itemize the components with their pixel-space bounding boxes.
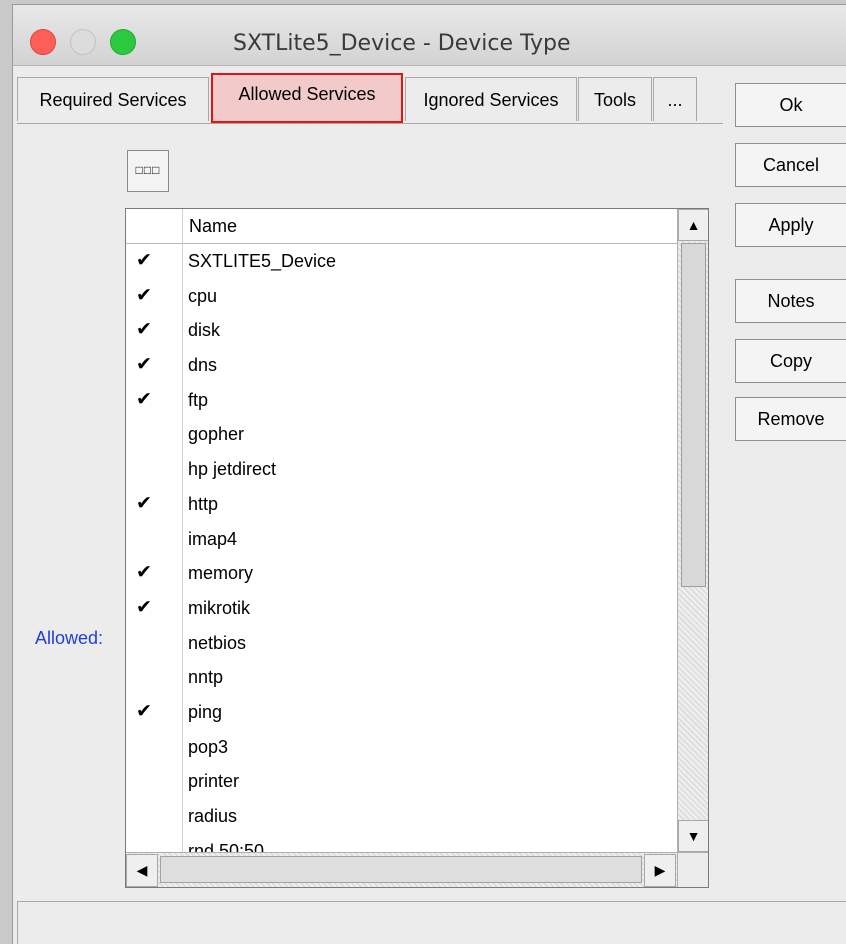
- allowed-label: Allowed:: [35, 628, 104, 648]
- table-row[interactable]: gopher: [126, 417, 677, 452]
- list-menu-button[interactable]: □□□: [127, 150, 169, 192]
- services-list: ✔ SXTLITE5_Device ✔ cpu ✔ disk ✔ dns ✔ ftp go…: [126, 244, 677, 852]
- service-name: disk: [188, 320, 221, 341]
- service-name: memory: [188, 563, 254, 584]
- service-name: dns: [188, 355, 218, 376]
- apply-button[interactable]: Apply: [735, 203, 846, 247]
- close-window-icon[interactable]: [30, 29, 56, 55]
- service-name: imap4: [188, 528, 238, 549]
- service-name: rnd 50:50: [188, 840, 265, 852]
- service-name: ping: [188, 701, 223, 722]
- service-name: mikrotik: [188, 597, 250, 618]
- table-row[interactable]: ✔ cpu: [126, 279, 677, 314]
- check-mark-icon[interactable]: ✔: [136, 487, 166, 521]
- tab-more[interactable]: ...: [653, 77, 697, 121]
- table-row[interactable]: ✔ mikrotik: [126, 591, 677, 626]
- name-column-header[interactable]: Name: [183, 209, 683, 244]
- service-name: radius: [188, 806, 238, 826]
- service-name: nntp: [188, 667, 224, 688]
- copy-button[interactable]: Copy: [735, 339, 846, 383]
- scroll-right-icon[interactable]: ▶: [644, 854, 676, 887]
- scroll-up-icon[interactable]: ▲: [678, 209, 708, 241]
- service-name: hp jetdirect: [188, 459, 277, 480]
- scrollbar-corner: [677, 852, 708, 887]
- allowed-services-panel: Allowed: □□□ Name ✔ SXTLITE5_Device ✔ cpu …: [17, 123, 723, 894]
- service-name: http: [188, 493, 219, 514]
- table-row[interactable]: ✔ disk: [126, 313, 677, 348]
- service-name: netbios: [188, 632, 247, 653]
- check-column-header[interactable]: [126, 209, 183, 244]
- tab-allowed-services[interactable]: Allowed Services: [211, 73, 403, 123]
- check-mark-icon[interactable]: ✔: [136, 244, 166, 278]
- minimize-window-icon[interactable]: [70, 29, 96, 55]
- vertical-scrollbar[interactable]: ▲ ▼: [677, 209, 708, 852]
- check-mark-icon[interactable]: ✔: [136, 313, 166, 347]
- scroll-left-icon[interactable]: ◀: [126, 854, 158, 887]
- service-name: ftp: [188, 389, 209, 410]
- horizontal-scroll-thumb[interactable]: [160, 856, 642, 883]
- remove-button[interactable]: Remove: [735, 397, 846, 441]
- check-mark-icon[interactable]: ✔: [136, 383, 166, 417]
- table-row[interactable]: ✔ memory: [126, 556, 677, 591]
- tab-ignored-services[interactable]: Ignored Services: [405, 77, 577, 121]
- status-bar: [17, 901, 846, 944]
- table-row[interactable]: ✔ ping: [126, 695, 677, 730]
- scroll-down-icon[interactable]: ▼: [678, 820, 708, 852]
- table-row[interactable]: ✔ http: [126, 487, 677, 522]
- check-mark-icon[interactable]: ✔: [136, 591, 166, 625]
- table-row[interactable]: hp jetdirect: [126, 452, 677, 487]
- table-row[interactable]: nntp: [126, 660, 677, 695]
- tab-required-services[interactable]: Required Services: [17, 77, 209, 121]
- table-row[interactable]: ✔ dns: [126, 348, 677, 383]
- table-row[interactable]: radius: [126, 799, 677, 834]
- services-table: Name ✔ SXTLITE5_Device ✔ cpu ✔ disk ✔ dns ✔ f…: [125, 208, 709, 888]
- ok-button[interactable]: Ok: [735, 83, 846, 127]
- title-bar[interactable]: SXTLite5_Device - Device Type: [13, 5, 846, 66]
- window-title: SXTLite5_Device - Device Type: [233, 31, 571, 56]
- service-name: SXTLITE5_Device: [188, 251, 337, 271]
- vertical-scroll-thumb[interactable]: [681, 243, 706, 587]
- service-name: gopher: [188, 424, 245, 445]
- table-row[interactable]: pop3: [126, 730, 677, 765]
- table-row[interactable]: netbios: [126, 626, 677, 661]
- notes-button[interactable]: Notes: [735, 279, 846, 323]
- check-mark-icon[interactable]: ✔: [136, 279, 166, 313]
- service-name: pop3: [188, 736, 229, 757]
- check-mark-icon[interactable]: ✔: [136, 556, 166, 590]
- table-row[interactable]: printer: [126, 764, 677, 799]
- cancel-button[interactable]: Cancel: [735, 143, 846, 187]
- service-name: printer: [188, 771, 240, 792]
- table-row[interactable]: ✔ SXTLITE5_Device: [126, 244, 677, 279]
- table-row[interactable]: rnd 50:50: [126, 834, 677, 852]
- zoom-window-icon[interactable]: [110, 29, 136, 55]
- horizontal-scrollbar[interactable]: ◀ ▶: [126, 852, 677, 887]
- service-name: cpu: [188, 285, 218, 306]
- check-mark-icon[interactable]: ✔: [136, 695, 166, 729]
- tab-tools[interactable]: Tools: [578, 77, 652, 121]
- check-mark-icon[interactable]: ✔: [136, 348, 166, 382]
- device-type-window: SXTLite5_Device - Device Type Required S…: [12, 4, 846, 944]
- table-row[interactable]: imap4: [126, 522, 677, 557]
- table-row[interactable]: ✔ ftp: [126, 383, 677, 418]
